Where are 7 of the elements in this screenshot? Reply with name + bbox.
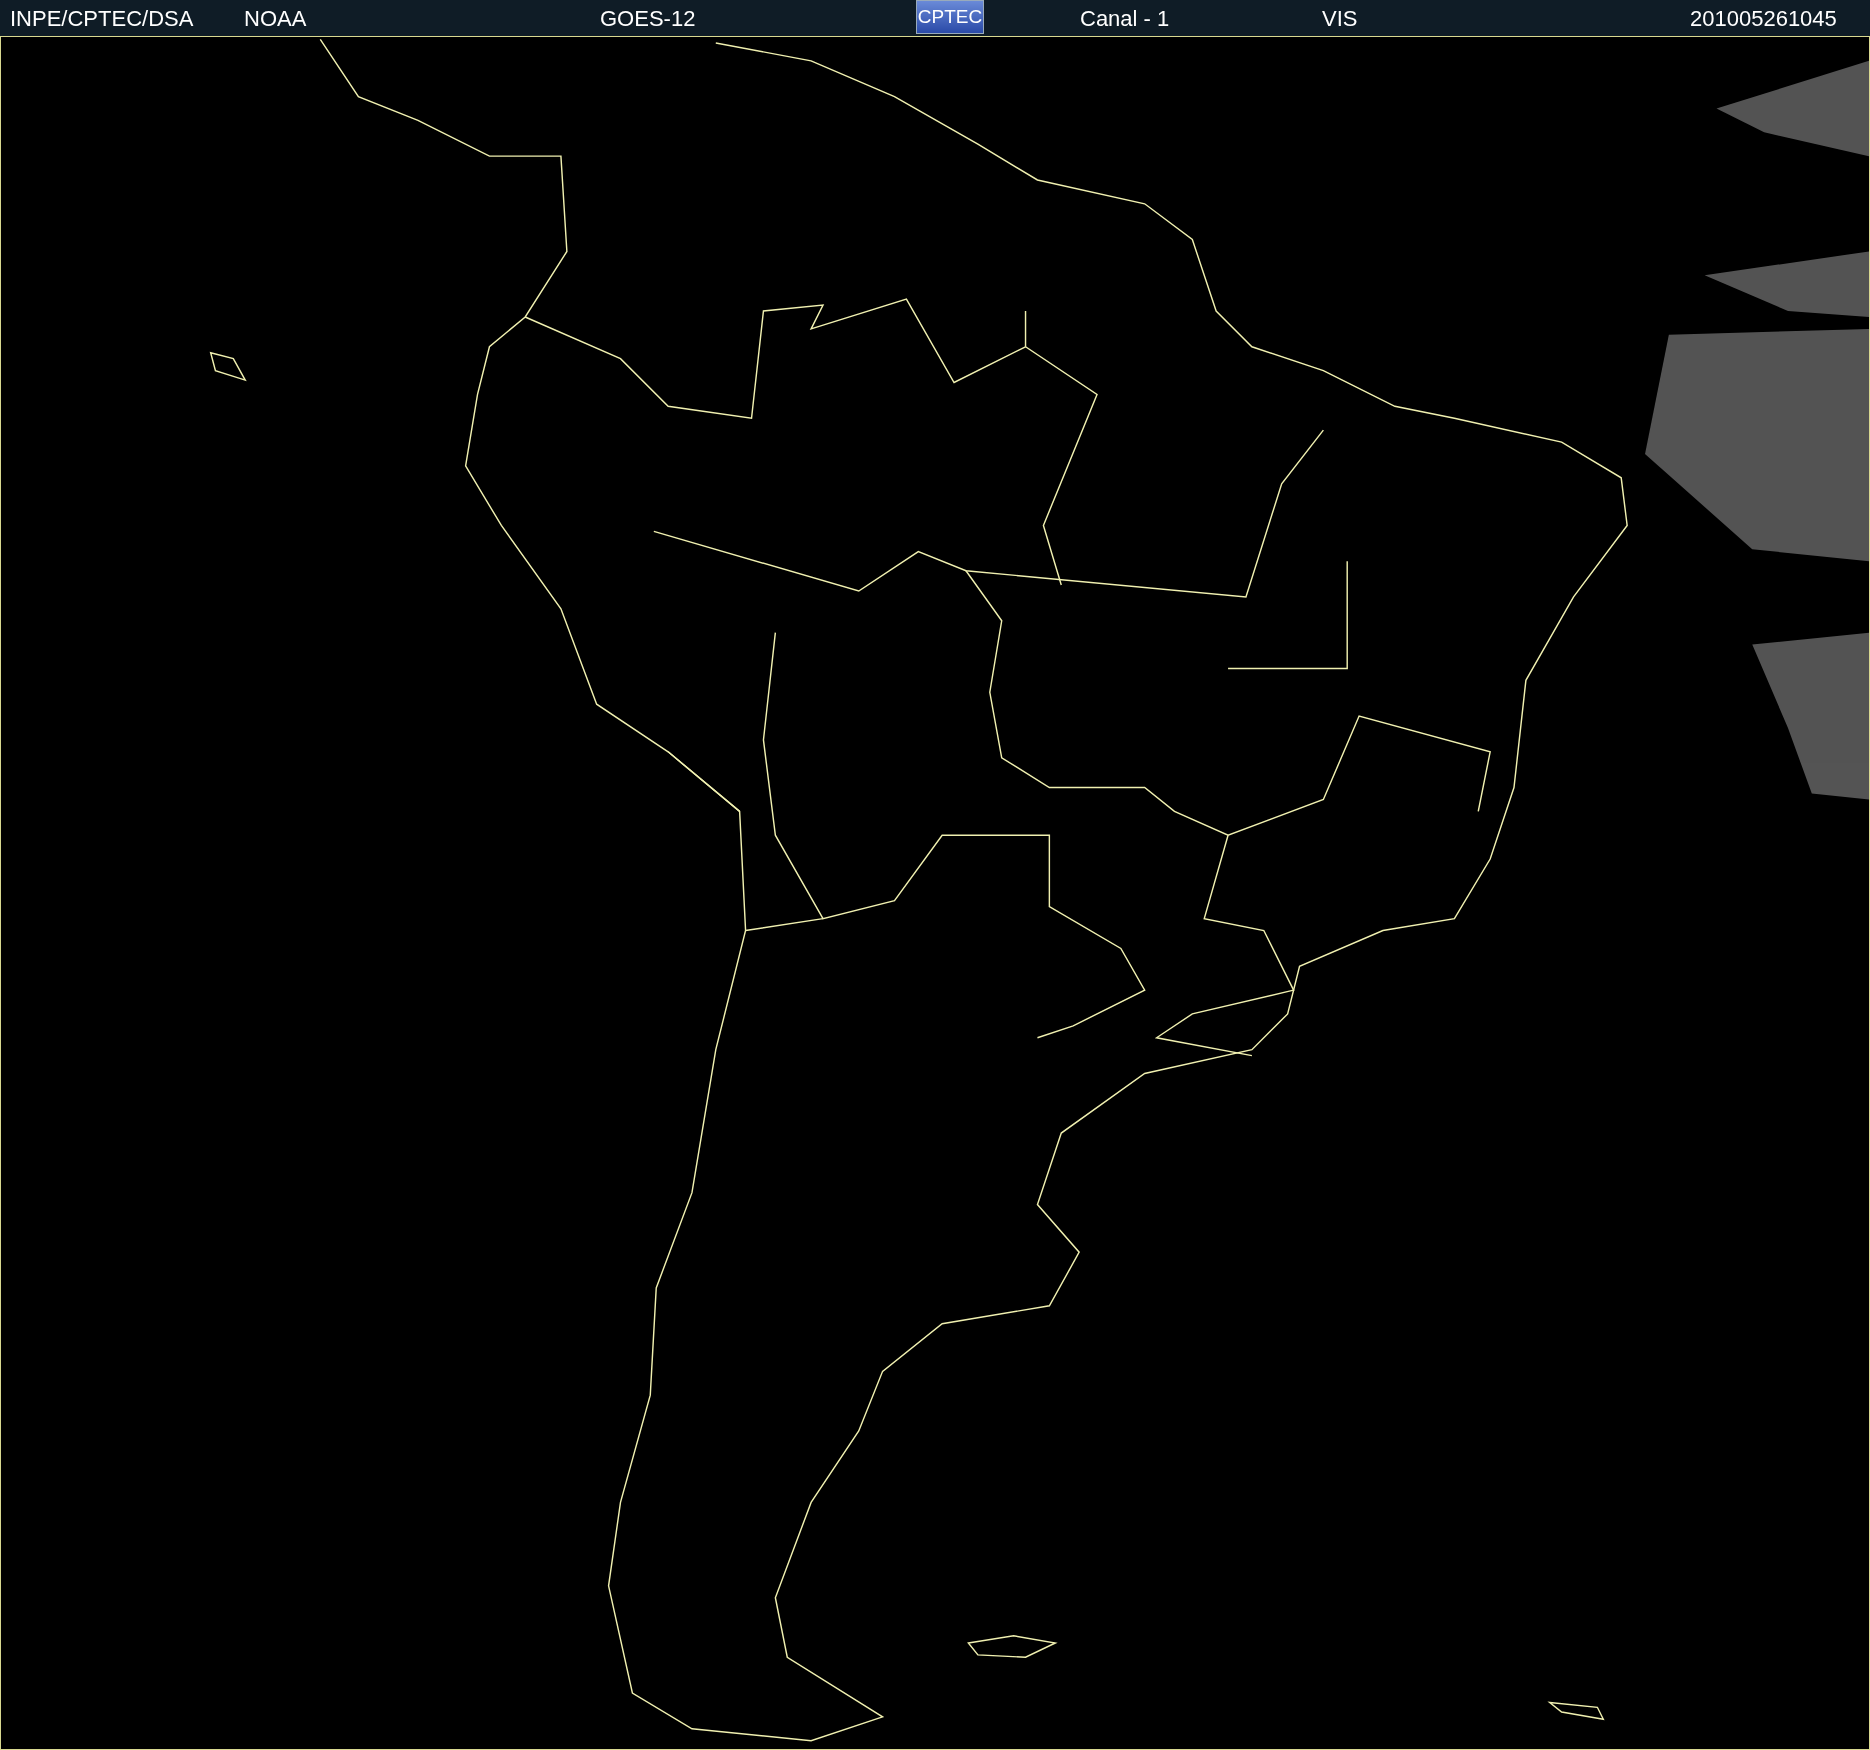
channel-label: Canal - 1	[1080, 6, 1170, 32]
timestamp-label: 201005261045	[1690, 6, 1837, 32]
cptec-logo: CPTEC	[916, 0, 984, 34]
agency-label: NOAA	[244, 6, 307, 32]
source-label: INPE/CPTEC/DSA	[10, 6, 194, 32]
band-label: VIS	[1322, 6, 1358, 32]
satellite-label: GOES-12	[600, 6, 696, 32]
